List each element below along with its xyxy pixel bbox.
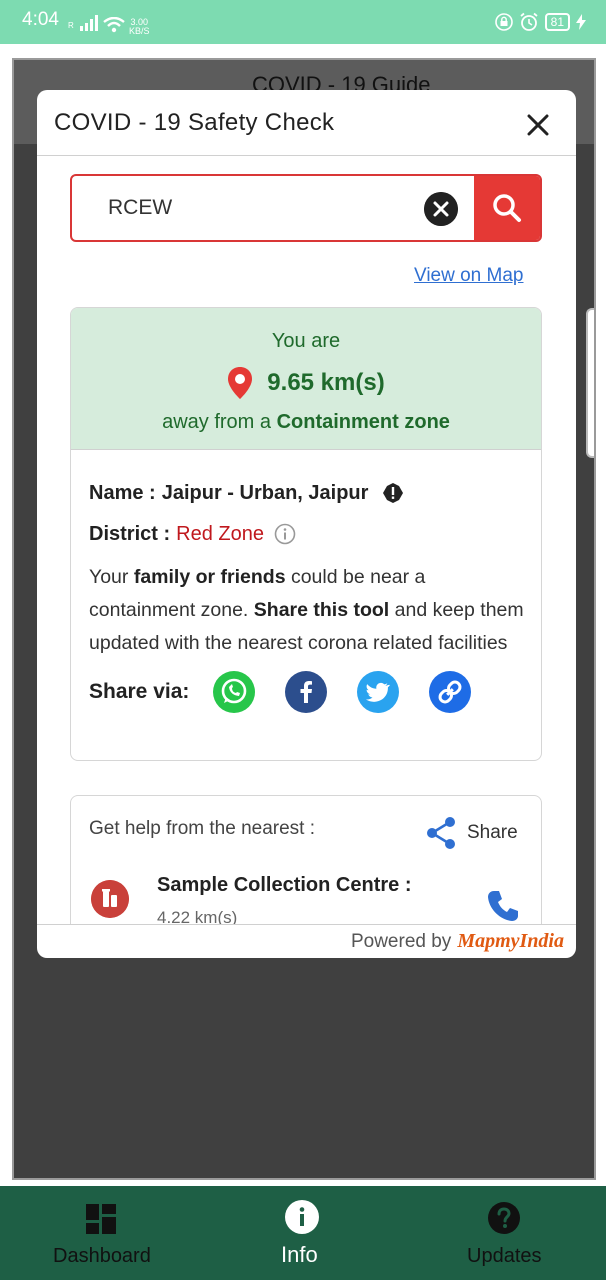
name-value: Jaipur - Urban, Jaipur <box>161 481 369 504</box>
away-from-text: away from a Containment zone <box>71 411 541 434</box>
info-outline-icon[interactable] <box>274 523 296 545</box>
share-via-label: Share via: <box>89 680 190 703</box>
nav-info[interactable]: Info <box>252 1186 352 1280</box>
modal-footer: Powered by MapmyIndia <box>37 924 576 958</box>
status-bar: 4:04 R 3.00 KB/S 81 <box>0 0 606 44</box>
share-via-row: Share via: <box>89 670 529 714</box>
alert-icon[interactable] <box>382 482 404 504</box>
signal-icon <box>80 15 98 31</box>
distance-banner: You are 9.65 km(s) away from a Containme… <box>71 308 541 450</box>
facility-name: Sample Collection Centre : <box>157 874 412 896</box>
search-icon <box>493 194 521 222</box>
location-pin-icon <box>228 367 253 399</box>
share-icon <box>427 817 455 849</box>
brand-logo: MapmyIndia <box>457 930 564 952</box>
network-label: R <box>68 21 74 30</box>
scroll-edge-handle <box>586 308 594 458</box>
area-name-row: Name : Jaipur - Urban, Jaipur <box>89 478 529 508</box>
help-icon <box>488 1202 520 1234</box>
sample-collection-icon <box>91 880 129 918</box>
lock-icon <box>494 13 513 31</box>
you-are-text: You are <box>271 330 341 352</box>
facebook-icon[interactable] <box>285 671 327 713</box>
name-label: Name : <box>89 481 156 504</box>
modal-content[interactable]: RCEW View on Map You are 9.65 km(s) away… <box>37 157 576 924</box>
powered-by: Powered by MapmyIndia <box>351 930 564 953</box>
nav-updates[interactable]: Updates <box>445 1186 565 1280</box>
nearest-help-card: Get help from the nearest : Share Sample… <box>70 795 542 924</box>
search-input[interactable]: RCEW <box>108 196 172 220</box>
link-icon[interactable] <box>429 671 471 713</box>
nav-updates-label: Updates <box>467 1245 542 1267</box>
info-icon <box>285 1200 319 1234</box>
clear-search-icon[interactable] <box>424 192 458 226</box>
distance-row: 9.65 km(s) <box>71 366 541 400</box>
district-zone-value: Red Zone <box>176 522 264 545</box>
district-row: District : Red Zone <box>89 519 529 549</box>
wifi-icon <box>103 17 125 33</box>
district-label: District : <box>89 522 171 545</box>
containment-zone-label: Containment zone <box>276 411 450 433</box>
phone-icon[interactable] <box>485 888 521 924</box>
desc-bold-2: Share this tool <box>253 599 390 621</box>
facility-distance: 4.22 km(s) <box>157 908 238 924</box>
containment-result-card: You are 9.65 km(s) away from a Containme… <box>70 307 542 761</box>
view-on-map-link[interactable]: View on Map <box>414 265 524 287</box>
share-description: Your family or friends could be near a c… <box>89 561 529 660</box>
location-search-box: RCEW <box>70 174 542 242</box>
help-title: Get help from the nearest : <box>89 818 316 839</box>
dashboard-icon <box>86 1204 116 1234</box>
alarm-icon <box>520 12 538 31</box>
result-details: Name : Jaipur - Urban, Jaipur District :… <box>89 478 529 714</box>
nav-info-label: Info <box>281 1242 318 1267</box>
status-right-group: 81 <box>494 12 586 32</box>
desc-part-1: Your <box>89 566 134 588</box>
network-speed: 3.00 KB/S <box>129 18 150 36</box>
away-prefix: away from a <box>162 411 272 433</box>
help-share-label: Share <box>467 822 518 843</box>
help-share-button[interactable]: Share <box>425 816 518 850</box>
speed-unit: KB/S <box>129 26 150 36</box>
close-icon[interactable] <box>523 110 553 140</box>
nav-dashboard[interactable]: Dashboard <box>40 1186 160 1280</box>
bottom-navigation: Dashboard Info Updates <box>0 1186 606 1280</box>
charging-icon <box>576 14 586 30</box>
modal-title: COVID - 19 Safety Check <box>54 109 335 136</box>
twitter-icon[interactable] <box>357 671 399 713</box>
battery-level: 81 <box>544 13 570 31</box>
distance-value: 9.65 km(s) <box>267 369 385 396</box>
whatsapp-icon[interactable] <box>213 671 255 713</box>
nav-dashboard-label: Dashboard <box>53 1245 151 1267</box>
modal-header: COVID - 19 Safety Check <box>37 90 576 156</box>
search-button[interactable] <box>474 176 540 240</box>
powered-by-text: Powered by <box>350 930 452 952</box>
desc-bold-1: family or friends <box>133 566 286 588</box>
status-time: 4:04 <box>22 9 59 30</box>
safety-check-modal: COVID - 19 Safety Check RCEW View on Map… <box>37 90 576 958</box>
